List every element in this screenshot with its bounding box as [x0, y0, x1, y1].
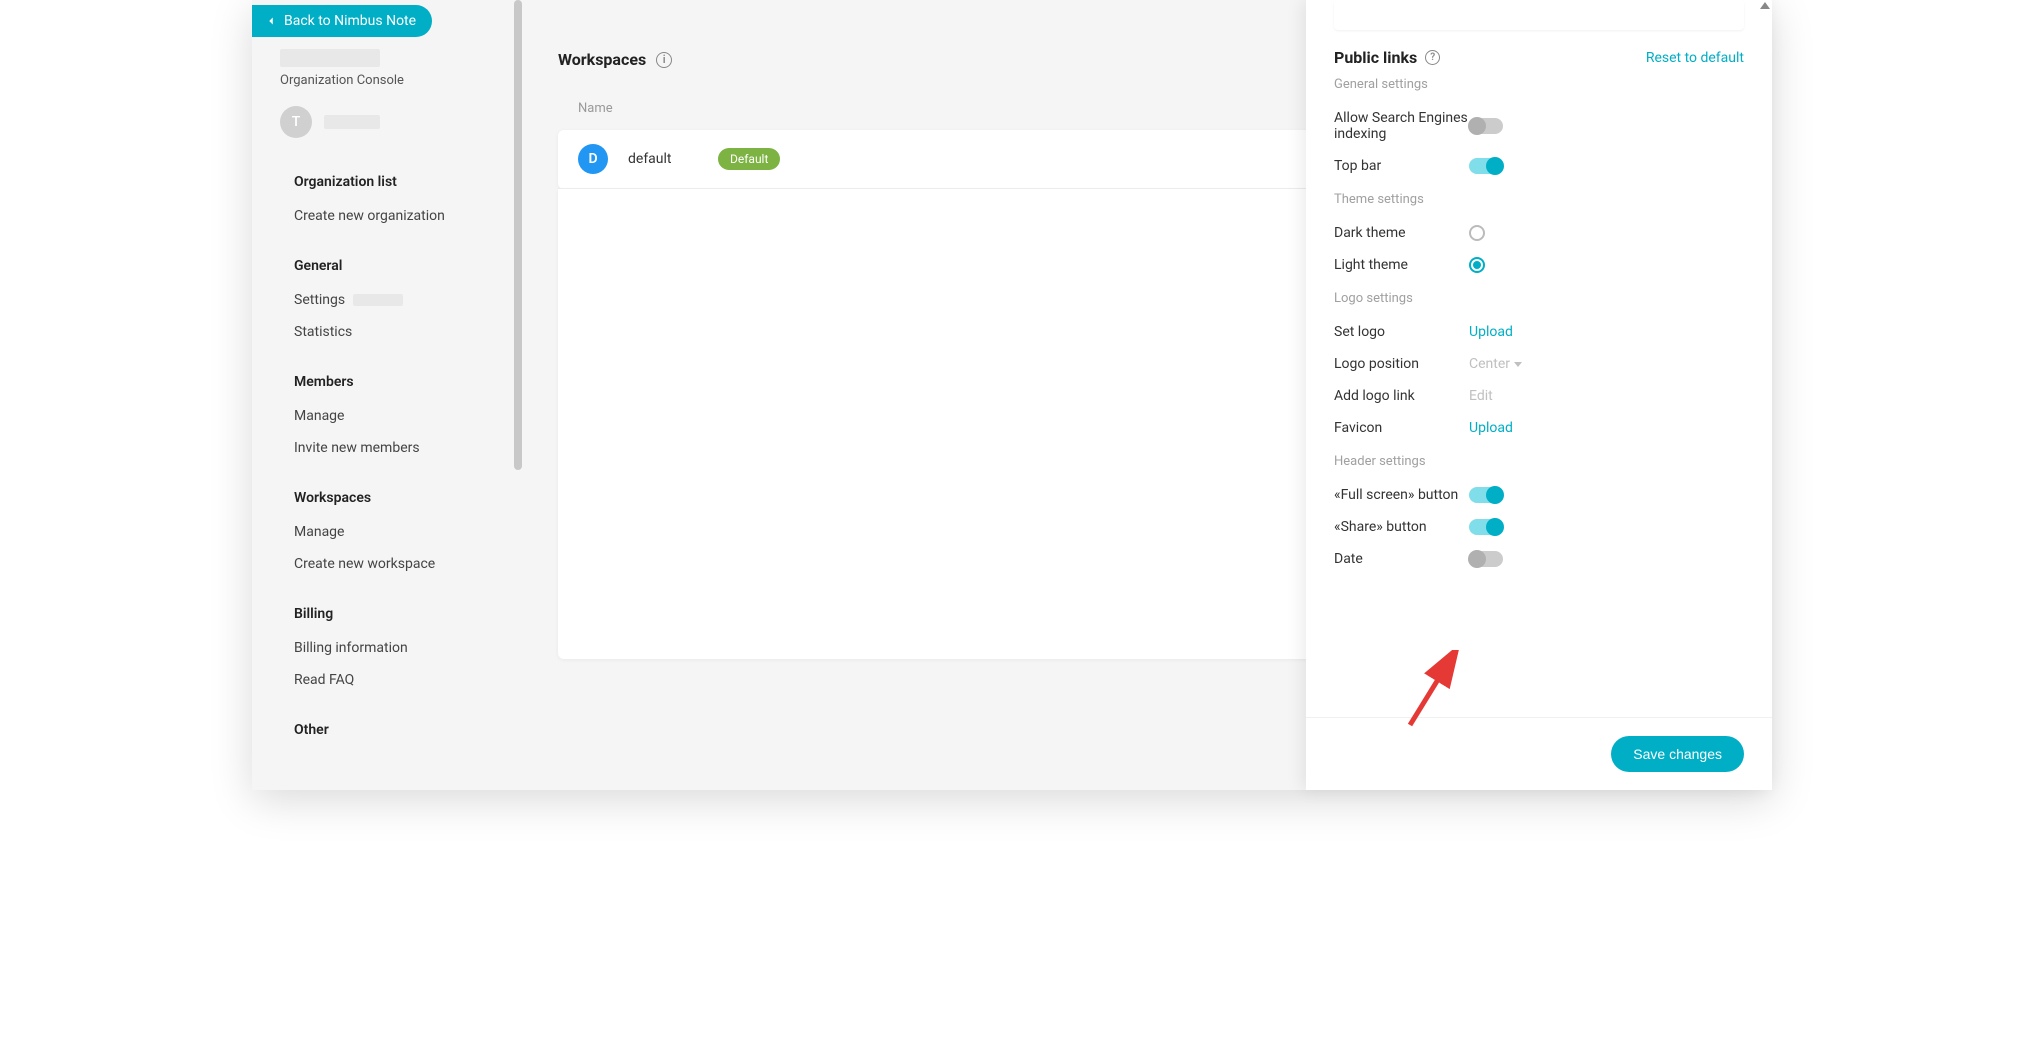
upload-favicon-link[interactable]: Upload [1469, 420, 1513, 436]
nav-heading-workspaces: Workspaces [252, 480, 522, 516]
sidebar-scrollbar[interactable] [514, 0, 522, 470]
label-logo-position: Logo position [1334, 356, 1469, 372]
logo-position-select[interactable]: Center [1469, 356, 1522, 372]
save-changes-button[interactable]: Save changes [1611, 736, 1744, 772]
label-set-logo: Set logo [1334, 324, 1469, 340]
sidebar-item-create-workspace[interactable]: Create new workspace [252, 548, 522, 580]
help-icon[interactable]: ? [1425, 50, 1440, 65]
panel-title-label: Public links [1334, 48, 1417, 67]
org-title-placeholder [280, 49, 380, 67]
toggle-date[interactable] [1469, 551, 1503, 567]
sidebar-item-manage-members[interactable]: Manage [252, 400, 522, 432]
nav-heading-billing: Billing [252, 596, 522, 632]
sidebar-item-create-new-organization[interactable]: Create new organization [252, 200, 522, 232]
nav-heading-members: Members [252, 364, 522, 400]
sidebar-item-statistics[interactable]: Statistics [252, 316, 522, 348]
back-button[interactable]: Back to Nimbus Note [252, 5, 432, 37]
label-light-theme: Light theme [1334, 257, 1469, 273]
page-title: Workspaces [558, 50, 646, 69]
sidebar-item-read-faq[interactable]: Read FAQ [252, 664, 522, 696]
reset-to-default-link[interactable]: Reset to default [1646, 50, 1744, 66]
toggle-share[interactable] [1469, 519, 1503, 535]
nav-heading-organization-list[interactable]: Organization list [252, 164, 522, 200]
sidebar-item-billing-info[interactable]: Billing information [252, 632, 522, 664]
label-date: Date [1334, 551, 1469, 567]
radio-dark-theme[interactable] [1469, 225, 1485, 241]
settings-placeholder [353, 294, 403, 306]
sidebar-item-manage-workspaces[interactable]: Manage [252, 516, 522, 548]
panel-top-card [1334, 0, 1744, 30]
user-name-placeholder [324, 115, 380, 129]
toggle-top-bar[interactable] [1469, 158, 1503, 174]
label-share-button: «Share» button [1334, 519, 1469, 535]
logo-position-value: Center [1469, 356, 1510, 372]
arrow-left-icon [264, 14, 278, 28]
nav-heading-general: General [252, 248, 522, 284]
section-theme-settings: Theme settings [1334, 192, 1744, 207]
section-general-settings: General settings [1334, 77, 1744, 92]
section-logo-settings: Logo settings [1334, 291, 1744, 306]
label-dark-theme: Dark theme [1334, 225, 1469, 241]
avatar: T [280, 106, 312, 138]
panel-title: Public links ? [1334, 48, 1440, 67]
label-allow-indexing: Allow Search Engines indexing [1334, 110, 1469, 142]
edit-logo-link[interactable]: Edit [1469, 388, 1493, 404]
radio-light-theme[interactable] [1469, 257, 1485, 273]
nav-heading-other: Other [252, 712, 522, 748]
sidebar-item-invite-members[interactable]: Invite new members [252, 432, 522, 464]
upload-logo-link[interactable]: Upload [1469, 324, 1513, 340]
workspace-avatar: D [578, 144, 608, 174]
chevron-down-icon [1514, 362, 1522, 367]
label-favicon: Favicon [1334, 420, 1469, 436]
org-subtitle: Organization Console [280, 73, 494, 88]
back-button-label: Back to Nimbus Note [284, 13, 416, 29]
section-header-settings: Header settings [1334, 454, 1744, 469]
label-fullscreen-button: «Full screen» button [1334, 487, 1469, 503]
sidebar: Back to Nimbus Note Organization Console… [252, 0, 522, 790]
default-badge: Default [718, 148, 780, 170]
toggle-allow-indexing[interactable] [1469, 118, 1503, 134]
sidebar-item-label: Settings [294, 292, 345, 308]
label-top-bar: Top bar [1334, 158, 1469, 174]
workspace-name: default [628, 151, 718, 167]
label-logo-link: Add logo link [1334, 388, 1469, 404]
toggle-fullscreen[interactable] [1469, 487, 1503, 503]
user-profile-row[interactable]: T [252, 88, 522, 156]
scroll-up-icon[interactable] [1760, 2, 1770, 9]
settings-panel: Public links ? Reset to default General … [1306, 0, 1772, 790]
sidebar-item-settings[interactable]: Settings [252, 284, 522, 316]
info-icon[interactable]: i [656, 52, 672, 68]
